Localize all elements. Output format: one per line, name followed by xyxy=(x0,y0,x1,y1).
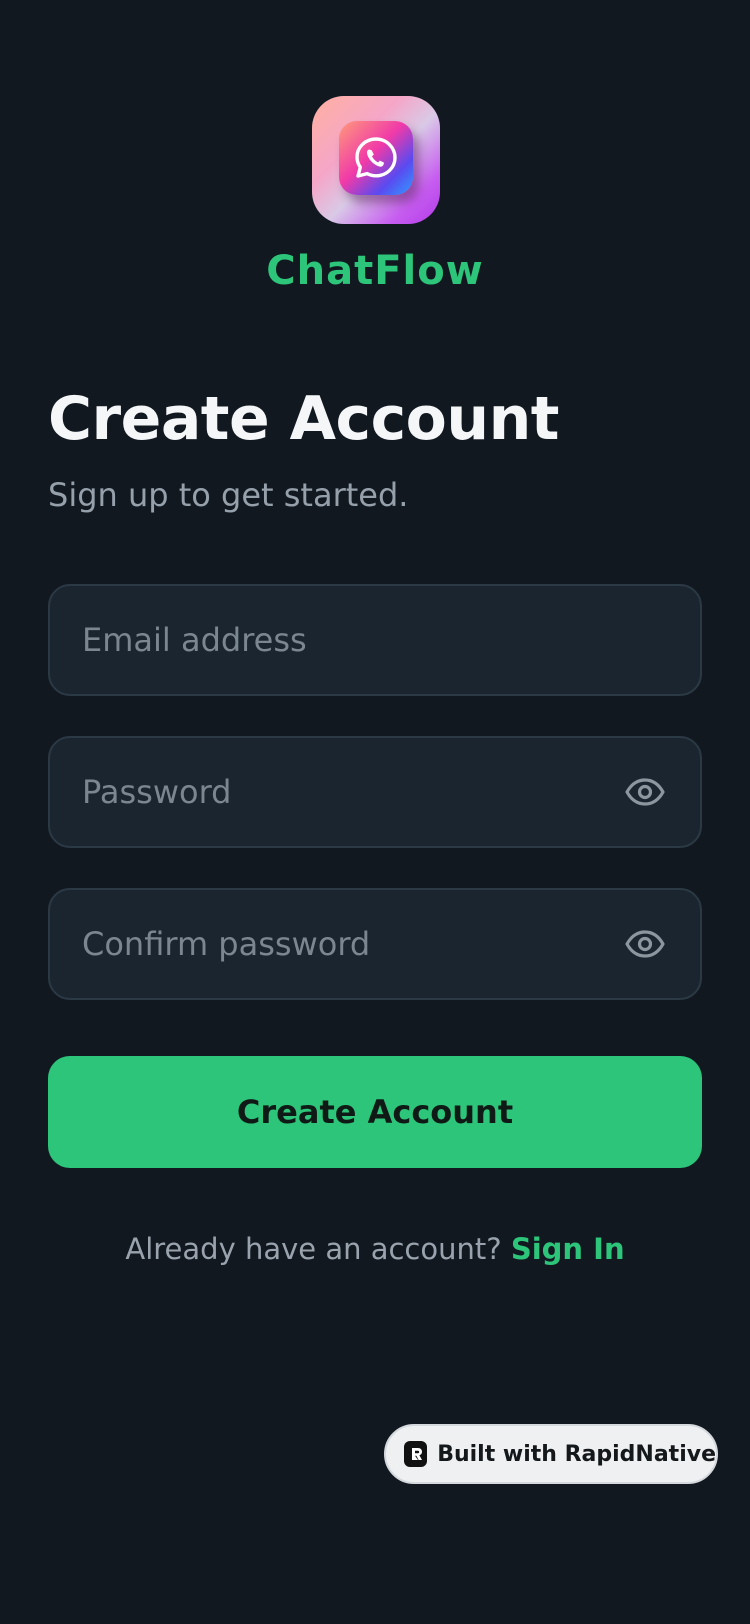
email-input[interactable] xyxy=(50,586,700,694)
signup-screen: ChatFlow Create Account Sign up to get s… xyxy=(0,0,750,1624)
chat-phone-icon xyxy=(355,137,397,178)
rapidnative-logo-icon xyxy=(404,1441,428,1467)
app-logo xyxy=(312,96,440,224)
confirm-password-input[interactable] xyxy=(50,890,622,998)
create-account-button[interactable]: Create Account xyxy=(48,1056,702,1168)
app-logo-inner xyxy=(339,121,413,195)
eye-icon[interactable] xyxy=(622,921,668,967)
eye-icon[interactable] xyxy=(622,769,668,815)
badge-label: Built with RapidNative xyxy=(437,1441,716,1467)
password-input[interactable] xyxy=(50,738,622,846)
password-field xyxy=(48,736,702,848)
page-subtitle: Sign up to get started. xyxy=(48,476,409,514)
confirm-password-field xyxy=(48,888,702,1000)
page-title: Create Account xyxy=(48,384,559,454)
built-with-badge[interactable]: Built with RapidNative xyxy=(384,1424,718,1484)
signin-prompt: Already have an account? Sign In xyxy=(0,1232,750,1266)
sign-in-link[interactable]: Sign In xyxy=(511,1232,625,1266)
email-field xyxy=(48,584,702,696)
app-name: ChatFlow xyxy=(266,248,484,294)
signin-prompt-text: Already have an account? xyxy=(125,1232,502,1266)
